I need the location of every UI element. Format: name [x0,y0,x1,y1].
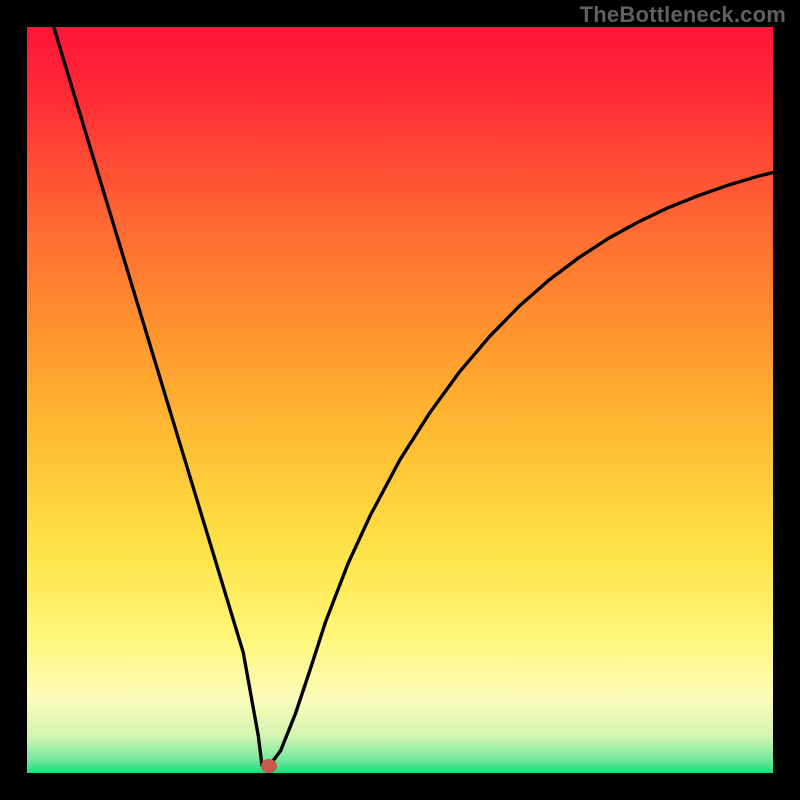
bottleneck-curve [27,27,773,773]
watermark-text: TheBottleneck.com [580,2,786,28]
plot-area [27,27,773,773]
minimum-marker [261,759,277,773]
chart-frame: TheBottleneck.com [0,0,800,800]
